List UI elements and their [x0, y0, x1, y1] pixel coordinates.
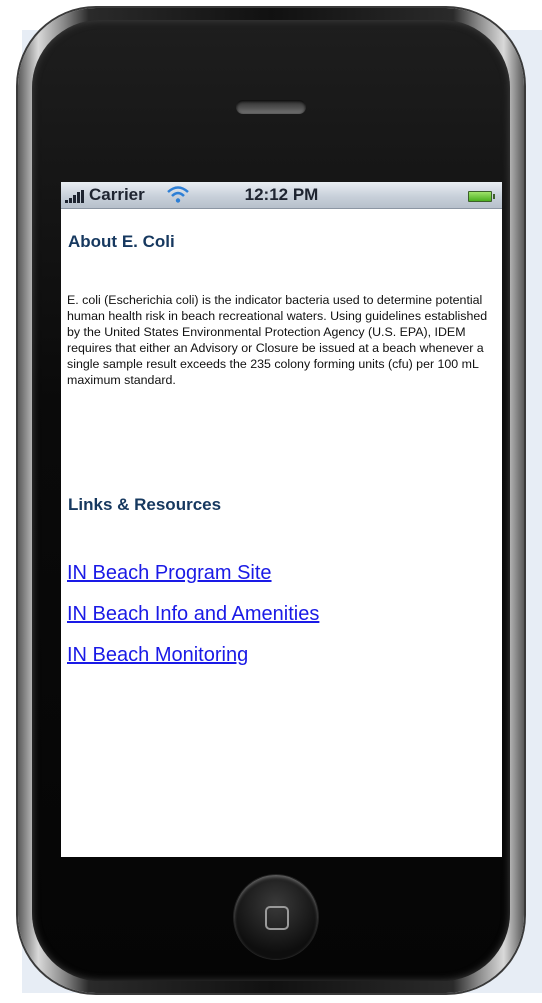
earpiece-speaker: [236, 100, 306, 114]
home-square-icon: [265, 906, 289, 930]
battery-icon: [468, 191, 495, 202]
about-body-text: E. coli (Escherichia coli) is the indica…: [67, 293, 488, 387]
link-beach-info-amenities[interactable]: IN Beach Info and Amenities: [67, 603, 319, 625]
link-beach-program-site[interactable]: IN Beach Program Site: [67, 562, 272, 584]
list-item: IN Beach Monitoring: [67, 644, 319, 685]
links-list: IN Beach Program Site IN Beach Info and …: [67, 562, 319, 685]
phone-screen: Carrier 12:12 PM About E. Coli E. coli (…: [61, 182, 502, 857]
home-button[interactable]: [234, 875, 318, 959]
links-title: Links & Resources: [68, 495, 222, 514]
status-bar: Carrier 12:12 PM: [61, 182, 502, 209]
link-beach-monitoring[interactable]: IN Beach Monitoring: [67, 644, 248, 666]
list-item: IN Beach Program Site: [67, 562, 319, 603]
about-title: About E. Coli: [68, 232, 175, 251]
list-item: IN Beach Info and Amenities: [67, 603, 319, 644]
status-time: 12:12 PM: [244, 185, 319, 204]
